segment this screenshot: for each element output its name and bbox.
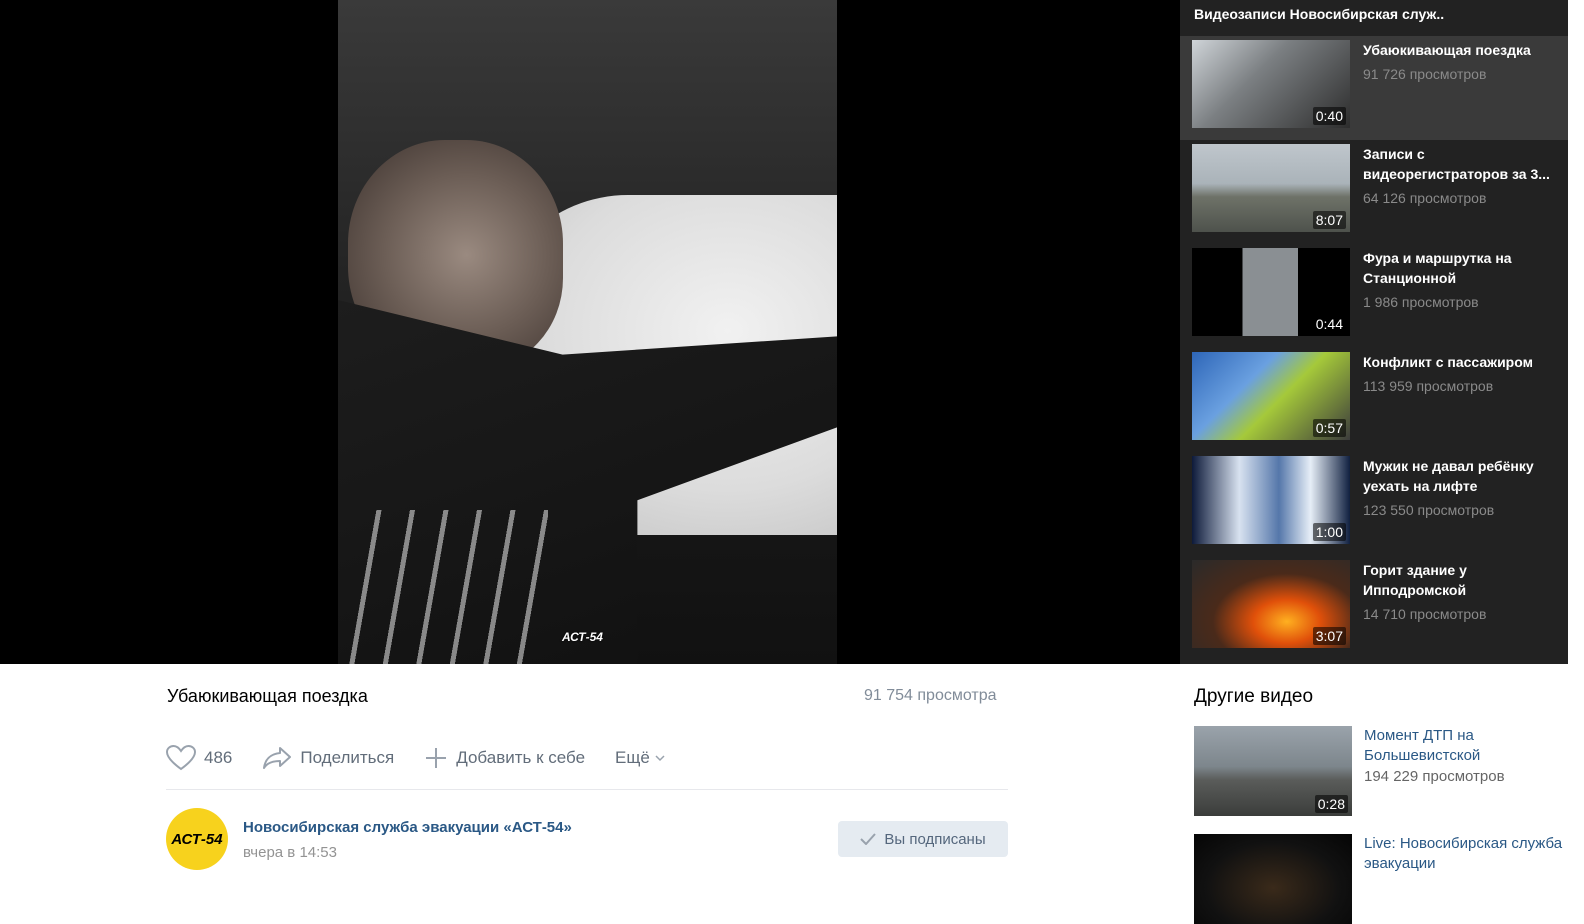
duration-badge: 0:57 (1312, 419, 1346, 437)
video-title: Убаюкивающая поездка (167, 686, 368, 706)
share-icon (263, 747, 292, 769)
add-label: Добавить к себе (456, 748, 586, 767)
video-thumbnail[interactable]: 0:44 (1192, 248, 1350, 336)
playlist-item-views: 1 986 просмотров (1363, 294, 1479, 310)
subscribed-label: Вы подписаны (884, 830, 986, 848)
playlist-item-title[interactable]: Мужик не давал ребёнку уехать на лифте (1363, 456, 1558, 496)
heart-icon (166, 745, 196, 771)
duration-badge: 3:07 (1312, 627, 1346, 645)
video-thumbnail[interactable]: 3:07 (1192, 560, 1350, 648)
chevron-down-icon (655, 755, 665, 762)
video-frame[interactable]: АСТ-54 (338, 0, 837, 664)
playlist-item[interactable]: 3:07 Горит здание у Ипподромской 14 710 … (1180, 556, 1568, 660)
duration-badge: 8:07 (1312, 211, 1346, 229)
like-button[interactable]: 486 (166, 745, 232, 771)
like-count: 486 (204, 748, 233, 767)
subscribed-button[interactable]: Вы подписаны (838, 821, 1008, 857)
playlist-item-title[interactable]: Убаюкивающая поездка (1363, 40, 1558, 60)
more-button[interactable]: Ещё (615, 748, 666, 768)
other-video-title[interactable]: Момент ДТП на Большевистской (1364, 726, 1564, 766)
video-player[interactable]: АСТ-54 (0, 0, 1180, 664)
duration-badge: 0:28 (1314, 795, 1348, 813)
video-thumbnail[interactable] (1194, 834, 1352, 924)
playlist-item-title[interactable]: Записи с видеорегистраторов за 3... (1363, 144, 1558, 184)
duration-badge: 1:00 (1312, 523, 1346, 541)
duration-badge: 0:44 (1312, 315, 1346, 333)
other-video-title[interactable]: Live: Новосибирская служба эвакуации (1364, 834, 1564, 874)
playlist-item[interactable]: 0:57 Конфликт с пассажиром 113 959 просм… (1180, 348, 1568, 452)
divider (166, 789, 1008, 790)
plus-icon (426, 748, 447, 768)
other-video-item[interactable]: Live: Новосибирская служба эвакуации (1194, 834, 1568, 924)
playlist-item-title[interactable]: Фура и маршрутка на Станционной (1363, 248, 1558, 288)
share-button[interactable]: Поделиться (262, 746, 394, 770)
playlist-item-views: 14 710 просмотров (1363, 606, 1487, 622)
other-video-item[interactable]: 0:28 Момент ДТП на Большевистской 194 22… (1194, 726, 1568, 816)
share-label: Поделиться (300, 748, 395, 767)
other-videos-title: Другие видео (1194, 686, 1314, 707)
view-count: 91 754 просмотра (864, 687, 997, 704)
post-date[interactable]: вчера в 14:53 (243, 844, 337, 861)
video-thumbnail[interactable]: 1:00 (1192, 456, 1350, 544)
playlist-item-title[interactable]: Конфликт с пассажиром (1363, 352, 1558, 372)
video-thumbnail[interactable]: 0:57 (1192, 352, 1350, 440)
playlist-item[interactable]: 0:44 Фура и маршрутка на Станционной 1 9… (1180, 244, 1568, 348)
more-label: Ещё (615, 748, 650, 767)
add-to-my-videos-button[interactable]: Добавить к себе (424, 746, 585, 770)
group-avatar[interactable]: АСТ-54 (166, 808, 228, 870)
checkmark-icon (860, 833, 877, 845)
playlist-item-views: 91 726 просмотров (1363, 66, 1487, 82)
duration-badge: 0:40 (1312, 107, 1346, 125)
action-bar: 486 Поделиться Добавить к себе Ещё (166, 745, 696, 771)
other-video-views: 194 229 просмотров (1364, 768, 1505, 785)
jacket-stripes (348, 510, 548, 664)
video-thumbnail[interactable]: 0:28 (1194, 726, 1352, 816)
group-name-link[interactable]: Новосибирская служба эвакуации «АСТ-54» (243, 819, 572, 836)
playlist-item-title[interactable]: Горит здание у Ипподромской (1363, 560, 1558, 600)
playlist-sidebar: Видеозаписи Новосибирская служ.. 0:40 Уб… (1180, 0, 1568, 664)
video-thumbnail[interactable]: 8:07 (1192, 144, 1350, 232)
playlist-item[interactable]: 8:07 Записи с видеорегистраторов за 3...… (1180, 140, 1568, 244)
video-thumbnail[interactable]: 0:40 (1192, 40, 1350, 128)
playlist-item-views: 64 126 просмотров (1363, 190, 1487, 206)
playlist-item[interactable]: 0:40 Убаюкивающая поездка 91 726 просмот… (1180, 36, 1568, 140)
playlist-item-views: 113 959 просмотров (1363, 378, 1494, 394)
playlist-item-views: 123 550 просмотров (1363, 502, 1495, 518)
playlist-item[interactable]: 1:00 Мужик не давал ребёнку уехать на ли… (1180, 452, 1568, 556)
video-watermark: АСТ-54 (562, 630, 603, 644)
playlist-title[interactable]: Видеозаписи Новосибирская служ.. (1194, 6, 1444, 22)
